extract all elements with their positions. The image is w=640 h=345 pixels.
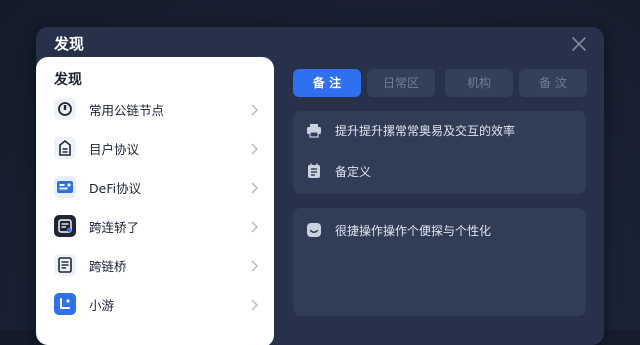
chevron-right-icon xyxy=(250,258,260,272)
panel-title: 发现 xyxy=(54,72,82,88)
list-item-label: 常用公链节点 xyxy=(89,103,165,118)
list-item-protocol[interactable]: 目户协议 xyxy=(36,130,274,166)
tab-daily[interactable]: 日常区 xyxy=(367,69,435,97)
chevron-right-icon xyxy=(250,219,260,233)
list-item-label: 目户协议 xyxy=(89,142,140,157)
smile-icon xyxy=(305,221,323,239)
chevron-right-icon xyxy=(250,180,260,194)
printer-icon xyxy=(305,121,323,139)
chevron-right-icon xyxy=(250,141,260,155)
node-icon xyxy=(54,98,76,120)
list-item-label: 小游 xyxy=(89,298,115,313)
list-item-game[interactable]: 小游 xyxy=(36,286,274,322)
list-item-label: 跨连轿了 xyxy=(89,220,140,235)
protocol-icon xyxy=(54,137,76,159)
list-item-bridge-a[interactable]: 跨连轿了 xyxy=(36,208,274,244)
close-icon[interactable] xyxy=(570,35,588,53)
feature-card-bottom: 很捷操作操作个便探与个性化 xyxy=(293,208,586,316)
tab-notes[interactable]: 备 注 xyxy=(293,69,361,97)
list-item-bridge-b[interactable]: 跨链桥 xyxy=(36,247,274,283)
card-row-text: 很捷操作操作个便探与个性化 xyxy=(335,224,492,238)
discover-window: 发现 发现 常用公链节点 目户协议 DeFi协议 跨连轿了 跨链桥 小游 备 注… xyxy=(36,27,604,345)
list-item-defi[interactable]: DeFi协议 xyxy=(36,169,274,205)
card-row-text: 提升提升摞常常奥易及交互的效率 xyxy=(335,124,516,138)
feature-card-top: 提升提升摞常常奥易及交互的效率 备定义 xyxy=(293,111,586,194)
tab-institution[interactable]: 机构 xyxy=(445,69,513,97)
bridge-icon xyxy=(54,215,76,237)
discover-panel: 发现 常用公链节点 目户协议 DeFi协议 跨连轿了 跨链桥 小游 xyxy=(36,57,274,345)
defi-icon xyxy=(54,176,76,198)
list-item-label: DeFi协议 xyxy=(89,181,142,196)
list-icon xyxy=(305,162,323,180)
window-title: 发现 xyxy=(54,35,85,53)
document-icon xyxy=(54,254,76,276)
game-icon xyxy=(54,293,76,315)
list-item-common-nodes[interactable]: 常用公链节点 xyxy=(36,91,274,127)
chevron-right-icon xyxy=(250,102,260,116)
card-row-text: 备定义 xyxy=(335,165,372,179)
tab-other[interactable]: 备 汶 xyxy=(519,69,587,97)
chevron-right-icon xyxy=(250,297,260,311)
list-item-label: 跨链桥 xyxy=(89,259,127,274)
